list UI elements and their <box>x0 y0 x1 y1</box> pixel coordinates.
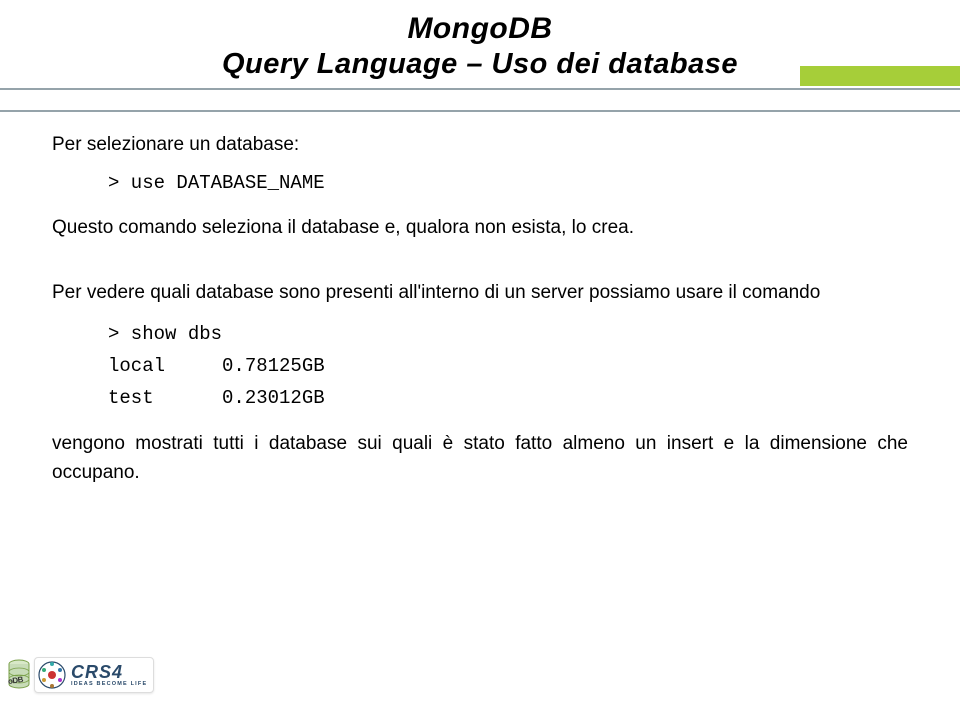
slide-header: MongoDB Query Language – Uso dei databas… <box>0 0 960 81</box>
slide-content: Per selezionare un database: > use DATAB… <box>52 130 908 496</box>
crs4-logo-text: CRS4 <box>71 663 147 681</box>
slide-title: MongoDB <box>0 12 960 46</box>
paragraph-explain-use: Questo comando seleziona il database e, … <box>52 213 908 242</box>
code-use-db: > use DATABASE_NAME <box>108 169 908 198</box>
footer-logos: oDB CRS4 IDEAS BECOME LIFE <box>8 657 154 693</box>
crs4-mark-icon <box>37 660 67 690</box>
paragraph-show-dbs-explain: vengono mostrati tutti i database sui qu… <box>52 429 908 488</box>
accent-bar <box>800 66 960 86</box>
database-icon: oDB <box>8 659 30 693</box>
divider-band <box>0 88 960 112</box>
crs4-logo-tagline: IDEAS BECOME LIFE <box>71 682 147 688</box>
code-show-dbs: > show dbs local 0.78125GB test 0.23012G… <box>108 318 908 415</box>
paragraph-show-dbs-intro: Per vedere quali database sono presenti … <box>52 278 908 307</box>
crs4-logo: CRS4 IDEAS BECOME LIFE <box>34 657 154 693</box>
paragraph-select-db: Per selezionare un database: <box>52 130 908 159</box>
